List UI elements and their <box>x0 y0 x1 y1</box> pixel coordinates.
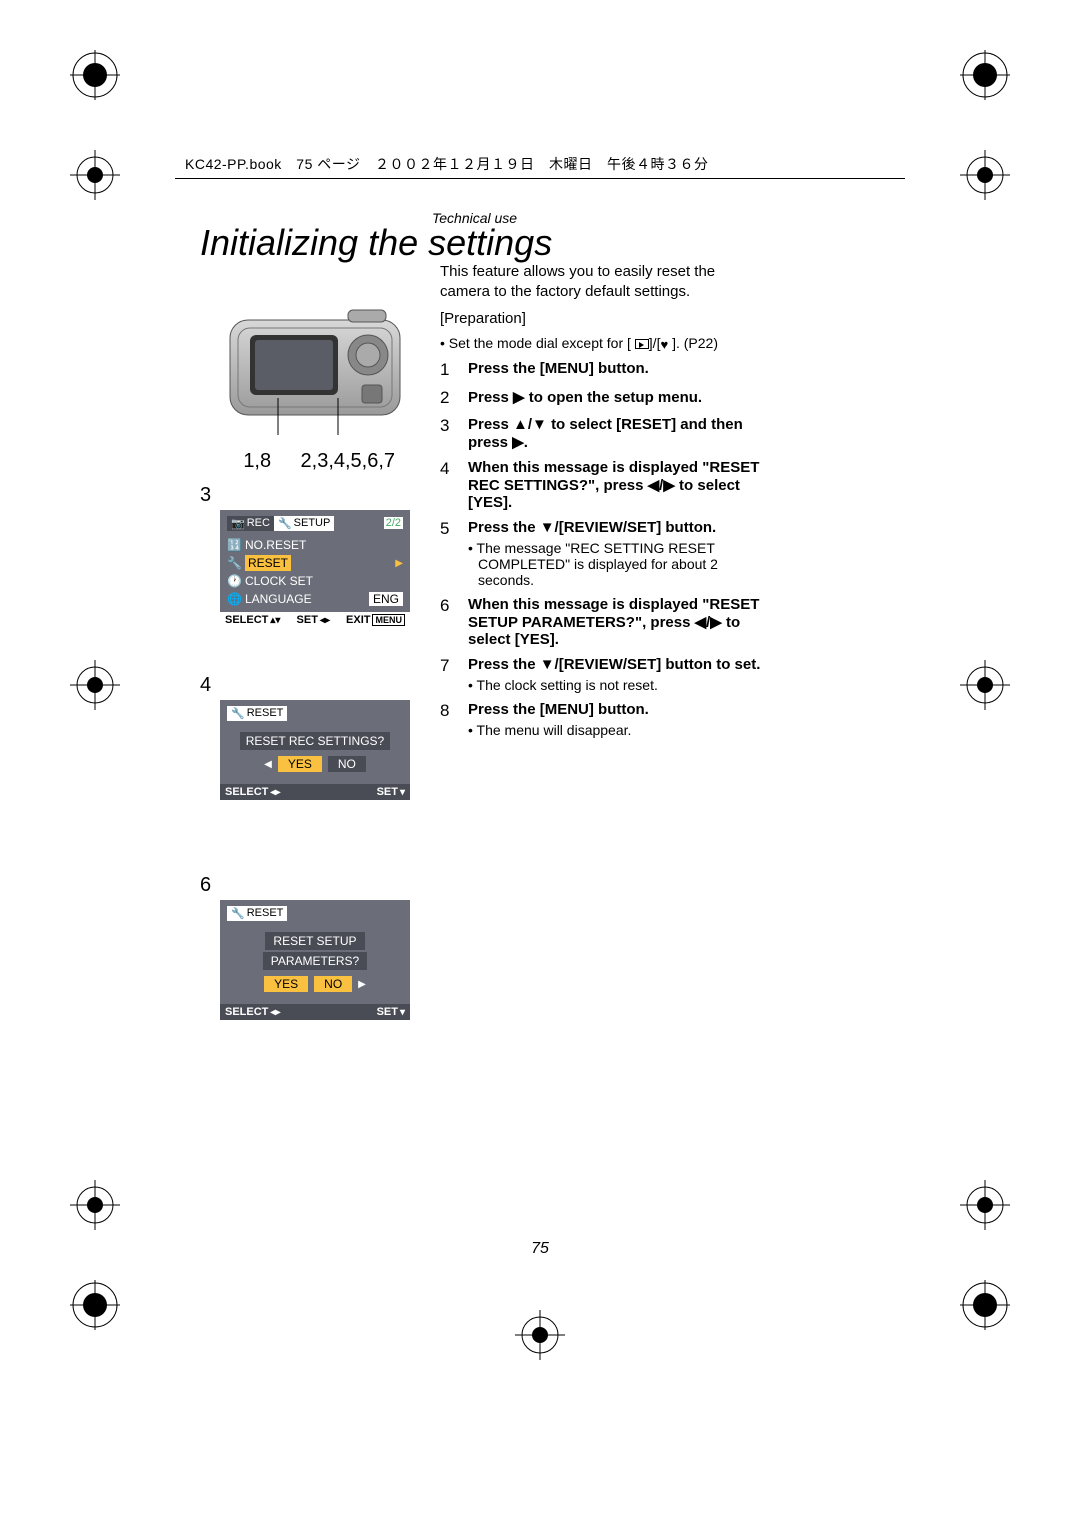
footer-select: SELECT▴▾ <box>225 614 280 626</box>
step-6: 6 When this message is displayed "RESET … <box>440 596 770 648</box>
preparation-label: [Preparation] <box>440 310 526 327</box>
reset-tab-4: 🔧 RESET <box>227 706 287 721</box>
menu-language: LANGUAGE <box>245 592 312 606</box>
playback-icon <box>635 339 649 349</box>
setup-tab-label: SETUP <box>294 517 331 529</box>
reset-tab-6: 🔧 RESET <box>227 906 287 921</box>
step-num: 8 <box>440 701 468 738</box>
intro-text: This feature allows you to easily reset … <box>440 262 740 301</box>
lcd-screen-3: 📷 REC 🔧 SETUP 2/2 🔢NO.RESET 🔧RESET ▶ 🕐CLO… <box>220 510 410 628</box>
step-1: 1 Press the [MENU] button. <box>440 360 770 380</box>
step-text: Press the ▼/[REVIEW/SET] button to set. <box>468 656 760 673</box>
footer-exit: EXIT MENU <box>346 614 405 626</box>
step-2: 2 Press ▶ to open the setup menu. <box>440 388 770 408</box>
diagram-label-right: 2,3,4,5,6,7 <box>293 450 403 473</box>
clock-icon: 🕐 <box>227 574 242 588</box>
step-num: 4 <box>440 459 468 511</box>
step-3: 3 Press ▲/▼ to select [RESET] and then p… <box>440 416 770 451</box>
step-num: 5 <box>440 519 468 588</box>
language-icon: 🌐 <box>227 592 242 606</box>
regmark-br <box>960 1280 1010 1330</box>
steps-list: 1 Press the [MENU] button. 2 Press ▶ to … <box>440 360 770 746</box>
step-text: When this message is displayed "RESET RE… <box>468 459 759 511</box>
yes-button-4: YES <box>278 756 322 772</box>
step-text: Press ▲/▼ to select [RESET] and then pre… <box>468 416 743 451</box>
step-8: 8 Press the [MENU] button. The menu will… <box>440 701 770 738</box>
menu-no-reset: NO.RESET <box>245 538 306 552</box>
page-title: Initializing the settings <box>200 222 552 264</box>
preparation-bullet: • Set the mode dial except for [ ]/[♥ ].… <box>440 335 780 351</box>
diagram-label-left: 1,8 <box>227 450 287 473</box>
lcd4-question: RESET REC SETTINGS? <box>240 732 390 750</box>
regmark-bottom <box>515 1310 565 1360</box>
reset-tab-6-label: RESET <box>247 907 284 919</box>
step-text: Press the [MENU] button. <box>468 701 649 718</box>
step-7: 7 Press the ▼/[REVIEW/SET] button to set… <box>440 656 770 693</box>
footer-select-4: SELECT◂▸ <box>225 786 280 798</box>
lcd-screen-4: 🔧 RESET RESET REC SETTINGS? ◀ YES NO SEL… <box>220 700 410 800</box>
menu-clock-set: CLOCK SET <box>245 574 313 588</box>
right-arrow-icon: ▶ <box>395 558 403 569</box>
rec-tab: 📷 REC <box>227 516 274 531</box>
step-num: 2 <box>440 388 468 408</box>
regmark-side-l3 <box>70 1180 120 1235</box>
header-filename: KC42-PP.book 75 ページ ２００２年１２月１９日 木曜日 午後４時… <box>185 154 708 174</box>
footer-set-4: SET▾ <box>377 786 405 798</box>
lcd4-step-number: 4 <box>200 674 211 697</box>
step-text: Press ▶ to open the setup menu. <box>468 389 702 406</box>
step-note: The clock setting is not reset. <box>478 677 770 693</box>
step-num: 7 <box>440 656 468 693</box>
heart-mode-icon: ♥ <box>660 338 668 351</box>
step-note: The message "REC SETTING RESET COMPLETED… <box>478 540 770 588</box>
lcd6-question-l2: PARAMETERS? <box>263 952 367 970</box>
footer-set: SET◂▸ <box>297 614 330 626</box>
diagram-step-labels: 1,8 2,3,4,5,6,7 <box>220 450 410 473</box>
right-arrow-icon-6: ▶ <box>358 979 366 990</box>
regmark-side-l1 <box>70 150 120 205</box>
step-text: When this message is displayed "RESET SE… <box>468 596 759 648</box>
rec-tab-label: REC <box>247 517 270 529</box>
step-text: Press the ▼/[REVIEW/SET] button. <box>468 519 716 536</box>
lcd6-step-number: 6 <box>200 874 211 897</box>
step-5: 5 Press the ▼/[REVIEW/SET] button. The m… <box>440 519 770 588</box>
lcd3-step-number: 3 <box>200 484 211 507</box>
camera-diagram: 1,8 2,3,4,5,6,7 <box>220 300 410 473</box>
step-num: 6 <box>440 596 468 648</box>
manual-page: KC42-PP.book 75 ページ ２００２年１２月１９日 木曜日 午後４時… <box>0 0 1080 1526</box>
footer-set-6: SET▾ <box>377 1006 405 1018</box>
no-button-6: NO <box>314 976 352 992</box>
camera-illustration <box>220 300 410 440</box>
yes-button-6: YES <box>264 976 308 992</box>
regmark-side-l2 <box>70 660 120 715</box>
regmark-bl <box>70 1280 120 1330</box>
regmark-side-r1 <box>960 150 1010 205</box>
step-num: 3 <box>440 416 468 451</box>
setup-tab: 🔧 SETUP <box>274 516 334 531</box>
page-indicator: 2/2 <box>384 517 403 529</box>
prep-prefix: • Set the mode dial except for [ <box>440 335 631 351</box>
counter-icon: 🔢 <box>227 538 242 552</box>
regmark-side-r2 <box>960 660 1010 715</box>
reset-tab-4-label: RESET <box>247 707 284 719</box>
no-button-4: NO <box>328 756 366 772</box>
step-4: 4 When this message is displayed "RESET … <box>440 459 770 511</box>
slash-sep: ]/[ <box>649 335 661 351</box>
header-divider <box>175 178 905 179</box>
reset-icon: 🔧 <box>227 556 242 570</box>
prep-suffix: ]. (P22) <box>672 335 718 351</box>
lcd-screen-6: 🔧 RESET RESET SETUP PARAMETERS? YES NO ▶… <box>220 900 410 1020</box>
regmark-tr <box>960 50 1010 100</box>
step-text: Press the [MENU] button. <box>468 360 649 377</box>
regmark-side-r3 <box>960 1180 1010 1235</box>
step-num: 1 <box>440 360 468 380</box>
page-number: 75 <box>0 1240 1080 1258</box>
menu-reset: RESET <box>245 555 291 571</box>
step-note: The menu will disappear. <box>478 722 770 738</box>
left-arrow-icon: ◀ <box>264 759 272 770</box>
footer-select-6: SELECT◂▸ <box>225 1006 280 1018</box>
language-value: ENG <box>369 592 403 606</box>
lcd6-question-l1: RESET SETUP <box>265 932 364 950</box>
regmark-tl <box>70 50 120 100</box>
